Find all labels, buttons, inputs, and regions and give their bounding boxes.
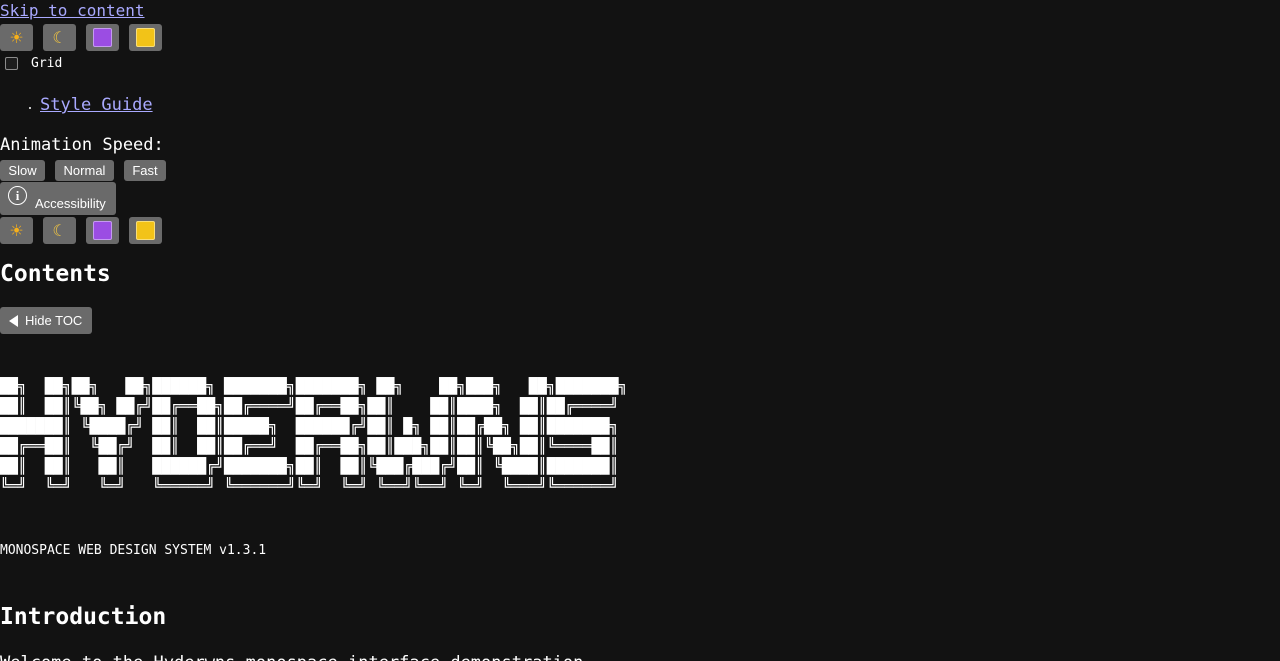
purple-square-icon xyxy=(93,221,112,240)
theme-switcher-top: ☀ ☾ xyxy=(0,24,162,51)
hide-toc-label: Hide TOC xyxy=(25,313,83,328)
speed-slow-button[interactable]: Slow xyxy=(0,160,45,181)
ascii-banner: ██╗ ██╗██╗ ██╗██████╗ ███████╗███████╗ █… xyxy=(0,376,628,496)
nav-item: Style Guide xyxy=(40,94,153,116)
page: Skip to content ☀ ☾ Grid Style Guide Ani… xyxy=(0,0,1280,661)
intro-paragraph: Welcome to the Hyderwns monospace interf… xyxy=(0,652,583,661)
banner-line: ╚═╝ ╚═╝ ╚═╝ ╚═════╝ ╚══════╝╚═╝ ╚═╝ ╚══╝… xyxy=(0,477,619,495)
theme-dark-button[interactable]: ☾ xyxy=(43,217,76,244)
banner-line: ██╔══██║ ╚██╔╝ ██║ ██║██╔══╝ ██╔══██╗██║… xyxy=(0,437,619,455)
accessibility-button[interactable]: i Accessibility xyxy=(0,182,116,215)
sun-icon: ☀ xyxy=(9,27,24,47)
moon-icon: ☾ xyxy=(52,27,67,47)
theme-yellow-button[interactable] xyxy=(129,217,162,244)
yellow-square-icon xyxy=(136,221,155,240)
triangle-left-icon xyxy=(9,314,18,327)
theme-light-button[interactable]: ☀ xyxy=(0,24,33,51)
theme-purple-button[interactable] xyxy=(86,24,119,51)
moon-icon: ☾ xyxy=(52,220,67,240)
grid-label: Grid xyxy=(31,56,63,71)
hide-toc-button[interactable]: Hide TOC xyxy=(0,307,92,334)
version-text: MONOSPACE WEB DESIGN SYSTEM v1.3.1 xyxy=(0,543,267,558)
introduction-heading: Introduction xyxy=(0,604,167,630)
banner-line: ██║ ██║╚██╗ ██╔╝██╔══██╗██╔════╝██╔══██╗… xyxy=(0,397,619,415)
speed-normal-button[interactable]: Normal xyxy=(55,160,114,181)
theme-light-button[interactable]: ☀ xyxy=(0,217,33,244)
theme-switcher-bottom: ☀ ☾ xyxy=(0,217,162,244)
nav-list: Style Guide xyxy=(0,94,153,116)
style-guide-link[interactable]: Style Guide xyxy=(40,95,153,115)
grid-checkbox[interactable] xyxy=(5,57,18,70)
contents-heading: Contents xyxy=(0,261,111,287)
yellow-square-icon xyxy=(136,28,155,47)
theme-purple-button[interactable] xyxy=(86,217,119,244)
theme-dark-button[interactable]: ☾ xyxy=(43,24,76,51)
skip-to-content-link[interactable]: Skip to content xyxy=(0,0,145,22)
theme-yellow-button[interactable] xyxy=(129,24,162,51)
banner-line: ██╗ ██╗██╗ ██╗██████╗ ███████╗███████╗ █… xyxy=(0,377,628,395)
speed-fast-button[interactable]: Fast xyxy=(124,160,166,181)
purple-square-icon xyxy=(93,28,112,47)
sun-icon: ☀ xyxy=(9,220,24,240)
banner-line: ███████║ ╚████╔╝ ██║ ██║█████╗ ██████╔╝█… xyxy=(0,417,619,435)
info-icon: i xyxy=(8,186,27,205)
animation-speed-label: Animation Speed: xyxy=(0,135,164,155)
banner-line: ██║ ██║ ██║ ██████╔╝███████╗██║ ██║╚███╔… xyxy=(0,457,619,475)
accessibility-label: Accessibility xyxy=(35,196,106,211)
grid-toggle[interactable]: Grid xyxy=(5,56,62,71)
